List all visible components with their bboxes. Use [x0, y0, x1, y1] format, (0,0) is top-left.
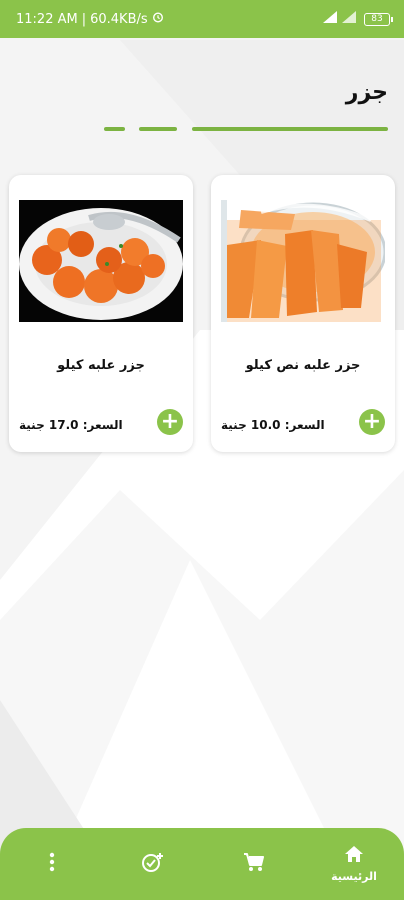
cart-icon	[243, 852, 265, 876]
battery-icon: 83	[364, 12, 393, 26]
plus-icon: +	[362, 409, 382, 434]
product-price: السعر: 10.0 جنية	[221, 418, 325, 432]
product-name: جزر علبه نص كيلو	[245, 358, 361, 373]
title-underline	[192, 127, 388, 131]
page-title: جزر	[345, 80, 388, 105]
nav-item-cart[interactable]	[236, 828, 272, 900]
bottom-navigation: الرئيسية	[0, 828, 404, 900]
pickled-carrots-jar-image	[221, 200, 385, 322]
product-price: السعر: 17.0 جنية	[19, 418, 123, 432]
check-badge-icon	[141, 851, 165, 877]
nav-home-label: الرئيسية	[331, 870, 377, 883]
carrot-salad-plate-image	[19, 200, 183, 322]
status-time: 11:22 AM	[16, 11, 78, 27]
product-card[interactable]: جزر علبه كيلو السعر: 17.0 جنية +	[9, 175, 193, 452]
nav-item-more[interactable]	[38, 828, 66, 900]
more-vertical-icon	[49, 852, 55, 876]
plus-icon: +	[160, 409, 180, 434]
nav-item-home[interactable]: الرئيسية	[324, 828, 384, 900]
product-name: جزر علبه كيلو	[57, 358, 145, 373]
title-dash-2	[139, 127, 177, 131]
title-dash-1	[104, 127, 125, 131]
signal-icon	[323, 11, 357, 27]
add-to-cart-button[interactable]: +	[359, 409, 385, 435]
add-to-cart-button[interactable]: +	[157, 409, 183, 435]
status-bar: 11:22 AM | 60.4KB/s 83	[0, 0, 404, 38]
alarm-clock-icon	[152, 11, 164, 27]
product-card[interactable]: جزر علبه نص كيلو السعر: 10.0 جنية +	[211, 175, 395, 452]
home-icon	[344, 845, 364, 867]
status-speed: 60.4KB/s	[90, 11, 148, 27]
nav-item-orders[interactable]	[135, 828, 171, 900]
